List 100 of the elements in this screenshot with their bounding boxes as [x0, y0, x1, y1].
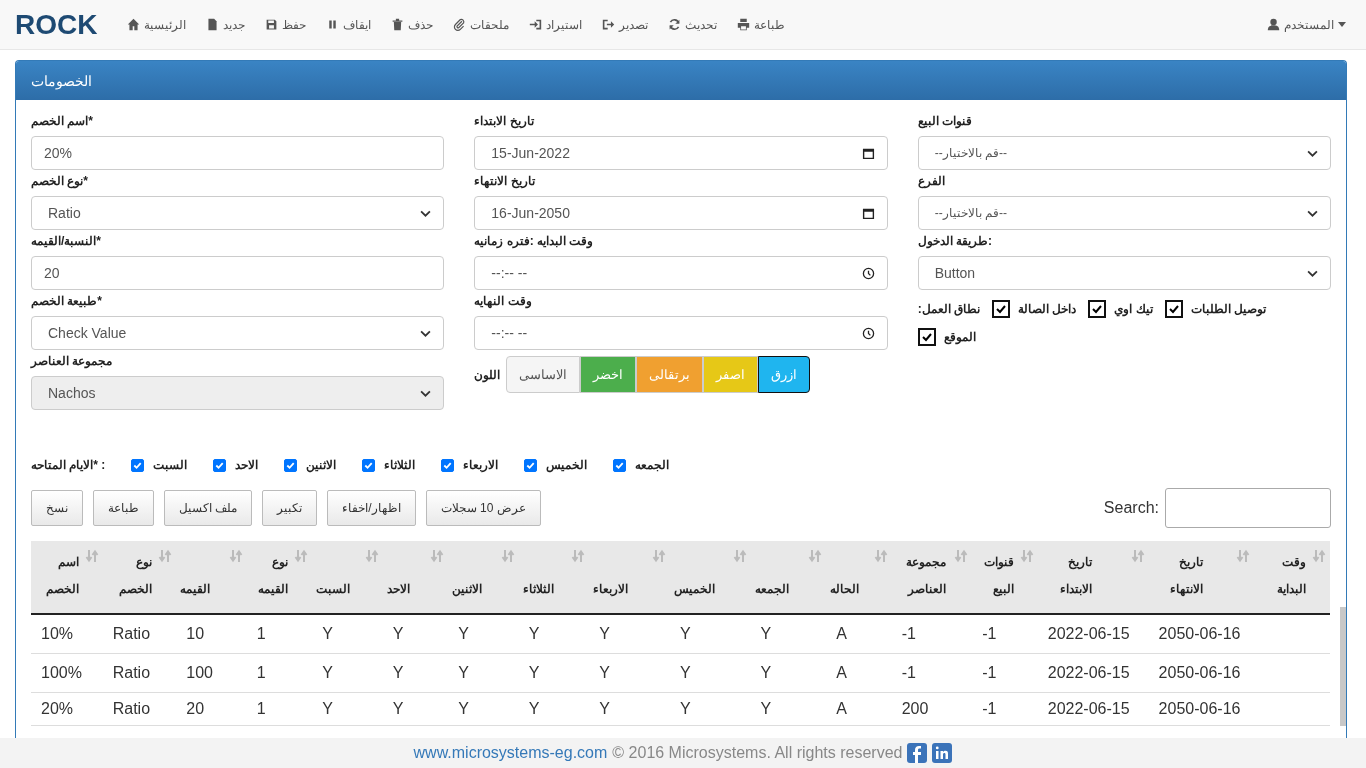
nav-link[interactable]: تحديث — [658, 17, 728, 32]
sort-icon — [294, 549, 309, 563]
table-cell: Y — [760, 625, 772, 642]
checkbox[interactable] — [917, 328, 936, 346]
table-cell: 2022-06-15 — [1047, 700, 1130, 717]
chevron-down-icon — [420, 389, 432, 397]
checkbox[interactable] — [1164, 300, 1183, 318]
table-cell: A — [836, 664, 847, 681]
column-header[interactable]: السبت — [312, 541, 383, 614]
panel-title: الخصومات — [31, 72, 92, 89]
table-cell: 1 — [256, 664, 266, 681]
text-field[interactable]: 20 — [31, 256, 445, 290]
sign-out-icon — [602, 18, 616, 31]
refresh-icon — [668, 18, 682, 31]
field-label: اسم الخصم* — [31, 114, 94, 128]
field-label: وقت النهايه — [474, 294, 533, 308]
column-header[interactable]: الاحد — [382, 541, 449, 614]
table-cell: Ratio — [112, 625, 151, 642]
table-cell: Y — [322, 664, 333, 681]
select-field[interactable]: Button — [917, 256, 1331, 290]
date-field[interactable]: 15-Jun-2022 — [474, 136, 888, 170]
field-label: الفرع — [917, 174, 946, 188]
table-tool-button[interactable]: ملف اكسيل — [164, 490, 253, 526]
column-header[interactable]: اسم الخصم — [31, 541, 103, 614]
nav-link[interactable]: حفظ — [255, 17, 317, 32]
checkbox-label: توصيل الطلبات — [1190, 302, 1267, 316]
checkbox[interactable] — [992, 300, 1010, 318]
column-header[interactable]: الثلاثاء — [518, 541, 590, 614]
column-header[interactable]: مجموعة العناصر — [891, 541, 973, 614]
nav-link[interactable]: الرئيسية — [117, 17, 197, 32]
select-field[interactable]: --قم بالاختيار-- — [917, 136, 1331, 170]
checkbox[interactable] — [613, 458, 627, 472]
checkbox[interactable] — [131, 458, 145, 472]
color-option-button[interactable]: الاساسى — [506, 356, 581, 393]
table-tool-button[interactable]: نسخ — [31, 490, 83, 526]
column-header[interactable]: نوع القيمه — [246, 541, 313, 614]
column-header[interactable]: الجمعه — [750, 541, 827, 614]
table-cell: 100% — [41, 664, 82, 681]
linkedin-icon[interactable] — [932, 743, 953, 763]
table-cell: Y — [679, 625, 691, 642]
table-cell: Y — [322, 625, 333, 642]
table-tool-button[interactable]: طباعة — [93, 490, 154, 526]
table-tool-button[interactable]: تكبير — [262, 490, 318, 526]
checkbox-label: الاحد — [235, 458, 259, 472]
table-cell: Y — [528, 664, 540, 681]
sort-icon — [954, 549, 969, 563]
copyright-text: © 2016 Microsystems. All rights reserved — [612, 744, 903, 762]
select-field[interactable]: --قم بالاختيار-- — [917, 196, 1331, 230]
user-menu[interactable]: المستخدم — [1267, 17, 1346, 32]
header-text: الاربعاء — [593, 581, 629, 599]
table-tool-button[interactable]: عرض 10 سجلات — [425, 490, 541, 526]
checkbox[interactable] — [524, 458, 538, 472]
nav-link[interactable]: تصدير — [592, 17, 659, 32]
text-field[interactable]: 20% — [31, 136, 445, 170]
nav-link[interactable]: حذف — [381, 17, 444, 32]
date-field[interactable]: 16-Jun-2050 — [474, 196, 888, 230]
facebook-icon[interactable] — [907, 743, 928, 763]
chevron-down-icon — [420, 329, 432, 337]
time-field[interactable]: --:-- -- — [474, 316, 888, 350]
nav-link[interactable]: استيراد — [519, 17, 593, 32]
website-link[interactable]: www.microsystems-eg.com — [413, 744, 608, 762]
select-field[interactable]: Check Value — [31, 316, 445, 350]
table-cell: 2022-06-15 — [1047, 664, 1130, 681]
nav-link[interactable]: ايقاف — [316, 17, 382, 32]
select-field[interactable]: Ratio — [31, 196, 445, 230]
column-header[interactable]: قنوات البيع — [972, 541, 1038, 614]
scrollbar[interactable] — [1340, 607, 1346, 726]
time-field[interactable]: --:-- -- — [474, 256, 888, 290]
checkbox[interactable] — [284, 458, 298, 472]
column-header[interactable]: الخميس — [669, 541, 751, 614]
table-cell: Y — [458, 625, 469, 642]
table-cell: 2050-06-16 — [1158, 625, 1241, 642]
column-header[interactable]: تاريخ الانتهاء — [1148, 541, 1255, 614]
table-tool-button[interactable]: اظهار/اخفاء — [327, 490, 416, 526]
column-header[interactable]: نوع الخصم — [102, 541, 177, 614]
column-header[interactable]: تاريخ الابتداء — [1037, 541, 1149, 614]
checkbox-label: الاربعاء — [463, 458, 499, 472]
table-cell: Y — [599, 664, 611, 681]
column-header[interactable]: الاربعاء — [589, 541, 670, 614]
checkbox-label: داخل الصالة — [1018, 302, 1077, 316]
table-cell: 100 — [186, 664, 213, 681]
checkbox[interactable] — [1088, 300, 1107, 318]
checkbox[interactable] — [441, 458, 455, 472]
header-text: الاثنين — [452, 581, 483, 599]
nav-link[interactable]: جديد — [196, 17, 256, 32]
nav-link[interactable]: ملحقات — [443, 17, 520, 32]
clock-icon — [861, 326, 875, 340]
column-header[interactable]: القيمه — [176, 541, 247, 614]
search-field[interactable] — [1165, 488, 1331, 528]
checkbox[interactable] — [213, 458, 227, 472]
nav-link[interactable]: طباعة — [727, 17, 796, 32]
header-text: الحاله — [830, 581, 860, 598]
table-cell: -1 — [982, 625, 997, 642]
checkbox[interactable] — [362, 458, 376, 472]
column-header[interactable]: الاثنين — [448, 541, 519, 614]
column-header[interactable]: الحاله — [826, 541, 892, 614]
column-header[interactable]: وقت البداية — [1254, 541, 1330, 614]
field-label: طريقة الدخول: — [917, 234, 993, 248]
caret-icon — [1338, 22, 1346, 27]
sort-icon — [1312, 549, 1326, 563]
